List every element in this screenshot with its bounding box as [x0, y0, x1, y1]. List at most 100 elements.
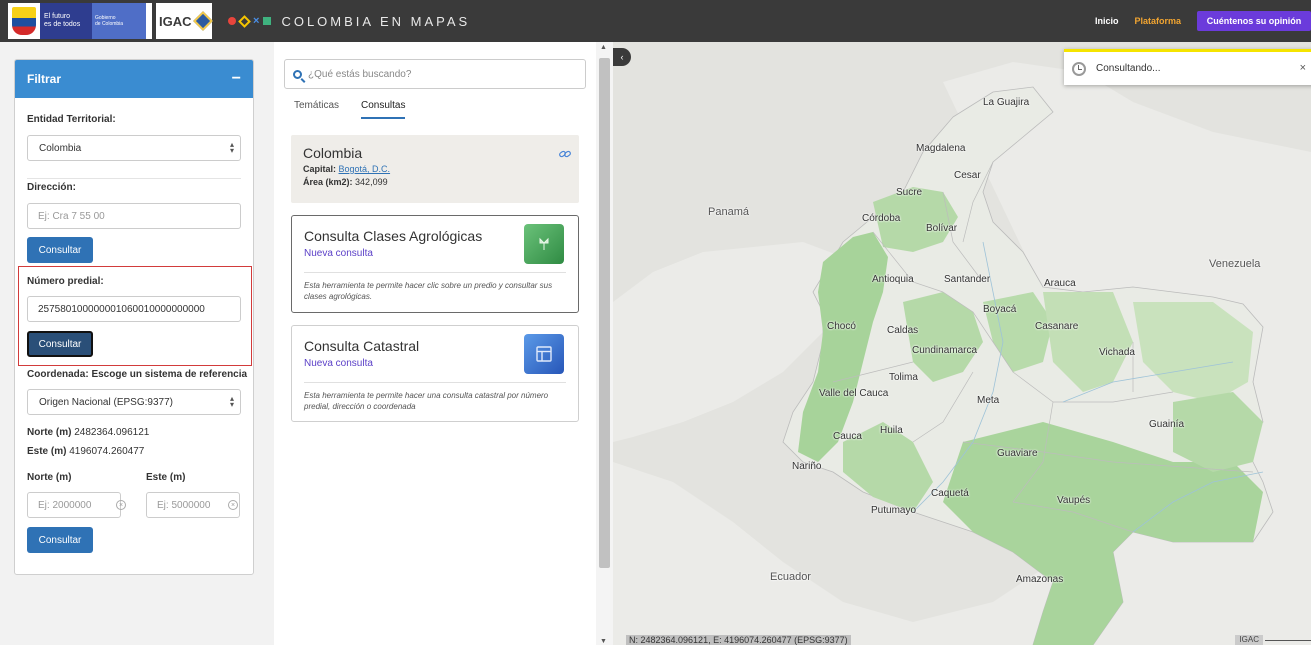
place-huila: Huila: [880, 425, 903, 436]
brand-title: COLOMBIA EN MAPAS: [281, 13, 471, 29]
place-cauca: Cauca: [833, 431, 862, 442]
map-view[interactable]: ‹ La Guajira Magdalena Cesar Sucre Panam…: [613, 42, 1311, 645]
tool-description: Esta herramienta te permite hacer clic s…: [304, 281, 553, 301]
tool-card-catastral[interactable]: Consulta Catastral Nueva consulta Esta h…: [291, 325, 579, 422]
place-caqueta: Caquetá: [931, 488, 969, 499]
place-narino: Nariño: [792, 461, 822, 472]
filter-card: Filtrar − Entidad Territorial: Colombia …: [14, 59, 254, 575]
place-venezuela: Venezuela: [1209, 258, 1261, 270]
top-nav: Inicio Plataforma Cuéntenos su opinión: [1095, 0, 1311, 42]
scroll-down-icon[interactable]: ▼: [600, 638, 607, 645]
tabs: Temáticas Consultas: [294, 100, 427, 119]
filter-header[interactable]: Filtrar −: [15, 60, 253, 98]
catastral-icon: [524, 334, 564, 374]
middle-scrollbar[interactable]: ▲ ▼: [596, 42, 613, 645]
collapse-panel-icon[interactable]: ‹: [613, 48, 631, 66]
filter-title: Filtrar: [27, 72, 62, 86]
place-cundinamarca: Cundinamarca: [912, 345, 978, 356]
place-caldas: Caldas: [887, 325, 919, 336]
gov-slogan: El futuro es de todos: [40, 3, 92, 39]
igac-diamond-icon: [192, 11, 213, 31]
place-santander: Santander: [944, 274, 991, 285]
middle-panel: Temáticas Consultas Colombia Capital: Bo…: [274, 42, 613, 645]
app-header: El futuro es de todos Gobierno de Colomb…: [0, 0, 1311, 42]
clear-este-icon[interactable]: ×: [228, 500, 238, 510]
tool-description: Esta herramienta te permite hacer una co…: [304, 391, 549, 411]
direccion-consultar-button[interactable]: Consultar: [27, 237, 93, 263]
este-input-label: Este (m): [146, 472, 186, 483]
divider: [304, 382, 566, 383]
link-icon[interactable]: [559, 149, 571, 159]
place-choco: Chocó: [827, 321, 856, 332]
tab-tematicas[interactable]: Temáticas: [294, 100, 339, 119]
tool-title: Consulta Catastral: [304, 338, 420, 354]
igac-logo[interactable]: IGAC: [156, 3, 213, 39]
direccion-label: Dirección:: [27, 182, 76, 193]
scale-bar: [1265, 640, 1311, 641]
territory-info-card: Colombia Capital: Bogotá, D.C. Área (km2…: [291, 135, 579, 203]
tool-subtitle[interactable]: Nueva consulta: [304, 248, 373, 259]
sistema-referencia-select[interactable]: Origen Nacional (EPSG:9377) ▴ ▾: [27, 389, 241, 415]
place-antioquia: Antioquia: [872, 274, 914, 285]
map-attribution[interactable]: IGAC: [1235, 635, 1263, 645]
norte-readout: Norte (m) 2482364.096121: [27, 427, 150, 438]
gov-name: Gobierno de Colombia: [92, 3, 146, 39]
search-box[interactable]: [284, 59, 586, 89]
close-icon[interactable]: ×: [1300, 62, 1306, 74]
entidad-select[interactable]: Colombia ▴ ▾: [27, 135, 241, 161]
loading-toast: Consultando... ×: [1064, 49, 1311, 85]
clock-icon: [1072, 61, 1086, 76]
clear-norte-icon[interactable]: ×: [116, 500, 126, 510]
scroll-thumb[interactable]: [599, 58, 610, 568]
divider: [304, 272, 566, 273]
place-casanare: Casanare: [1035, 321, 1079, 332]
toast-message: Consultando...: [1096, 63, 1161, 74]
place-magdalena: Magdalena: [916, 143, 966, 154]
tool-title: Consulta Clases Agrológicas: [304, 228, 483, 244]
feedback-button[interactable]: Cuéntenos su opinión: [1197, 11, 1311, 31]
predial-input[interactable]: [27, 296, 241, 322]
place-ecuador: Ecuador: [770, 571, 811, 583]
place-cesar: Cesar: [954, 170, 981, 181]
predial-consultar-button[interactable]: Consultar: [27, 331, 93, 357]
place-cordoba: Córdoba: [862, 213, 901, 224]
capital-line: Capital: Bogotá, D.C.: [303, 164, 391, 174]
nav-inicio-link[interactable]: Inicio: [1095, 16, 1119, 26]
place-amazonas: Amazonas: [1016, 574, 1064, 585]
place-vichada: Vichada: [1099, 347, 1135, 358]
tab-consultas[interactable]: Consultas: [361, 100, 406, 119]
brand: × COLOMBIA EN MAPAS: [228, 14, 470, 29]
divider: [27, 178, 241, 179]
place-boyaca: Boyacá: [983, 304, 1017, 315]
norte-input-label: Norte (m): [27, 472, 72, 483]
place-bolivar: Bolívar: [926, 223, 958, 234]
brand-shapes-icon: ×: [228, 14, 272, 28]
place-la-guajira: La Guajira: [983, 97, 1030, 108]
norte-input[interactable]: [27, 492, 121, 518]
search-input[interactable]: [308, 68, 568, 80]
area-line: Área (km2): 342,099: [303, 177, 388, 187]
coordenada-consultar-button[interactable]: Consultar: [27, 527, 93, 553]
place-guaviare: Guaviare: [997, 448, 1038, 459]
predial-label: Número predial:: [27, 276, 104, 287]
place-vaupes: Vaupés: [1057, 495, 1091, 506]
map-canvas: [613, 42, 1311, 645]
place-tolima: Tolima: [889, 372, 918, 383]
capital-link[interactable]: Bogotá, D.C.: [339, 164, 391, 174]
tool-card-agrologicas[interactable]: Consulta Clases Agrológicas Nueva consul…: [291, 215, 579, 313]
left-panel: Filtrar − Entidad Territorial: Colombia …: [0, 42, 274, 645]
government-logo[interactable]: El futuro es de todos Gobierno de Colomb…: [8, 3, 152, 39]
este-input[interactable]: [146, 492, 240, 518]
territory-title: Colombia: [303, 145, 363, 161]
scroll-up-icon[interactable]: ▲: [600, 44, 607, 51]
tool-subtitle[interactable]: Nueva consulta: [304, 358, 373, 369]
collapse-icon[interactable]: −: [232, 70, 241, 88]
place-putumayo: Putumayo: [871, 505, 917, 516]
place-sucre: Sucre: [896, 187, 923, 198]
direccion-input[interactable]: [27, 203, 241, 229]
este-readout: Este (m) 4196074.260477: [27, 446, 145, 457]
place-guainia: Guainía: [1149, 419, 1185, 430]
nav-plataforma-link[interactable]: Plataforma: [1134, 16, 1181, 26]
select-arrows-icon: ▴ ▾: [229, 140, 234, 155]
place-meta: Meta: [977, 395, 1000, 406]
